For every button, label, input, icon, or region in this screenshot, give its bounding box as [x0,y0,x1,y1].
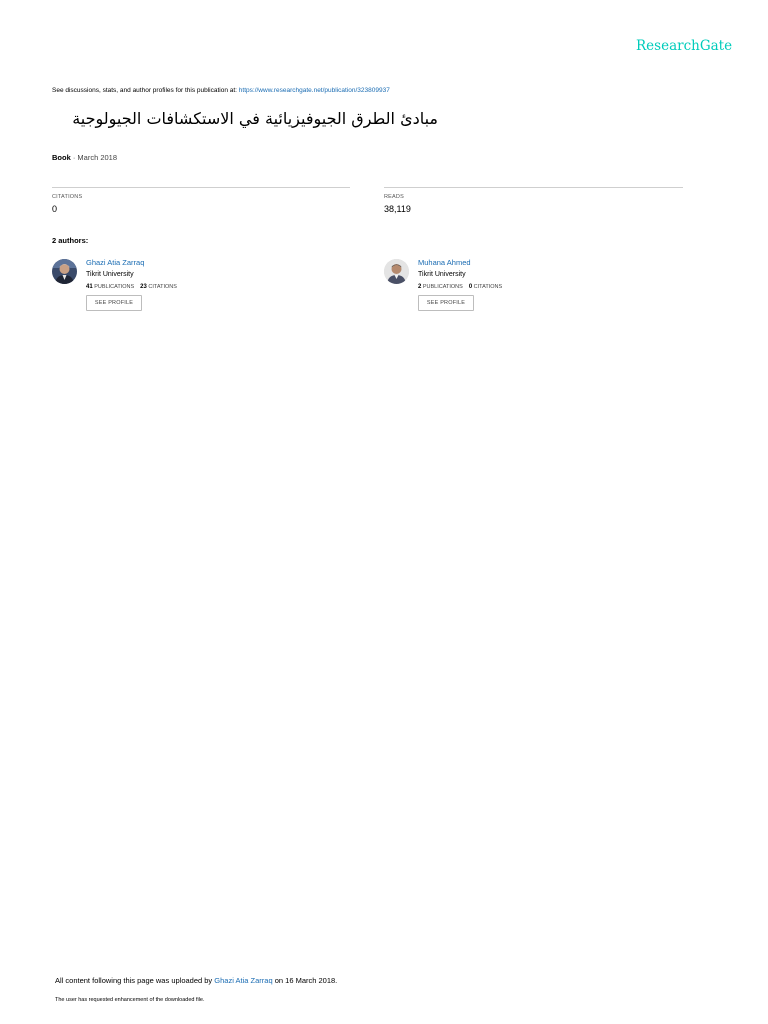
author-citations-count: 23 [140,284,147,290]
uploader-link[interactable]: Ghazi Atia Zarraq [214,976,272,985]
avatar-photo-icon [52,259,77,284]
publication-link[interactable]: https://www.researchgate.net/publication… [239,87,390,94]
citations-value: 0 [52,204,58,214]
discussion-line: See discussions, stats, and author profi… [52,87,390,94]
author-citations-label: CITATIONS [146,284,177,290]
discussion-prefix: See discussions, stats, and author profi… [52,87,239,94]
publications-label: PUBLICATIONS [92,284,135,290]
authors-label: 2 authors: [52,236,89,245]
author-citations-label: CITATIONS [472,284,503,290]
citations-divider [52,187,350,188]
author-institution: Tikrit University [418,271,466,278]
author-name[interactable]: Muhana Ahmed [418,258,502,267]
reads-divider [384,187,683,188]
author-avatar[interactable] [52,259,77,284]
publication-title: مبادئ الطرق الجيوفيزيائية في الاستكشافات… [72,109,438,128]
see-profile-button[interactable]: SEE PROFILE [418,295,474,311]
reads-value: 38,119 [384,204,411,214]
upload-note: All content following this page was uplo… [55,976,337,985]
upload-suffix: on 16 March 2018. [272,976,338,985]
author-info: Ghazi Atia Zarraq Tikrit University 41 P… [86,258,177,311]
enhancement-note: The user has requested enhancement of th… [55,997,205,1003]
citations-label: CITATIONS [52,194,83,200]
publication-type: Book [52,153,71,162]
publication-meta: Book · March 2018 [52,153,117,162]
avatar-photo-icon [384,259,409,284]
upload-prefix: All content following this page was uplo… [55,976,215,985]
publication-date: · March 2018 [70,153,118,162]
author-stats: 41 PUBLICATIONS 23 CITATIONS [86,284,177,290]
author-stats: 2 PUBLICATIONS 0 CITATIONS [418,284,502,290]
publications-count: 41 [86,284,93,290]
see-profile-button[interactable]: SEE PROFILE [86,295,142,311]
author-name[interactable]: Ghazi Atia Zarraq [86,258,177,267]
reads-label: READS [384,194,404,200]
researchgate-logo[interactable]: ResearchGate [636,38,732,54]
publications-label: PUBLICATIONS [421,284,463,290]
author-info: Muhana Ahmed Tikrit University 2 PUBLICA… [418,258,502,311]
author-avatar[interactable] [384,259,409,284]
author-institution: Tikrit University [86,271,134,278]
